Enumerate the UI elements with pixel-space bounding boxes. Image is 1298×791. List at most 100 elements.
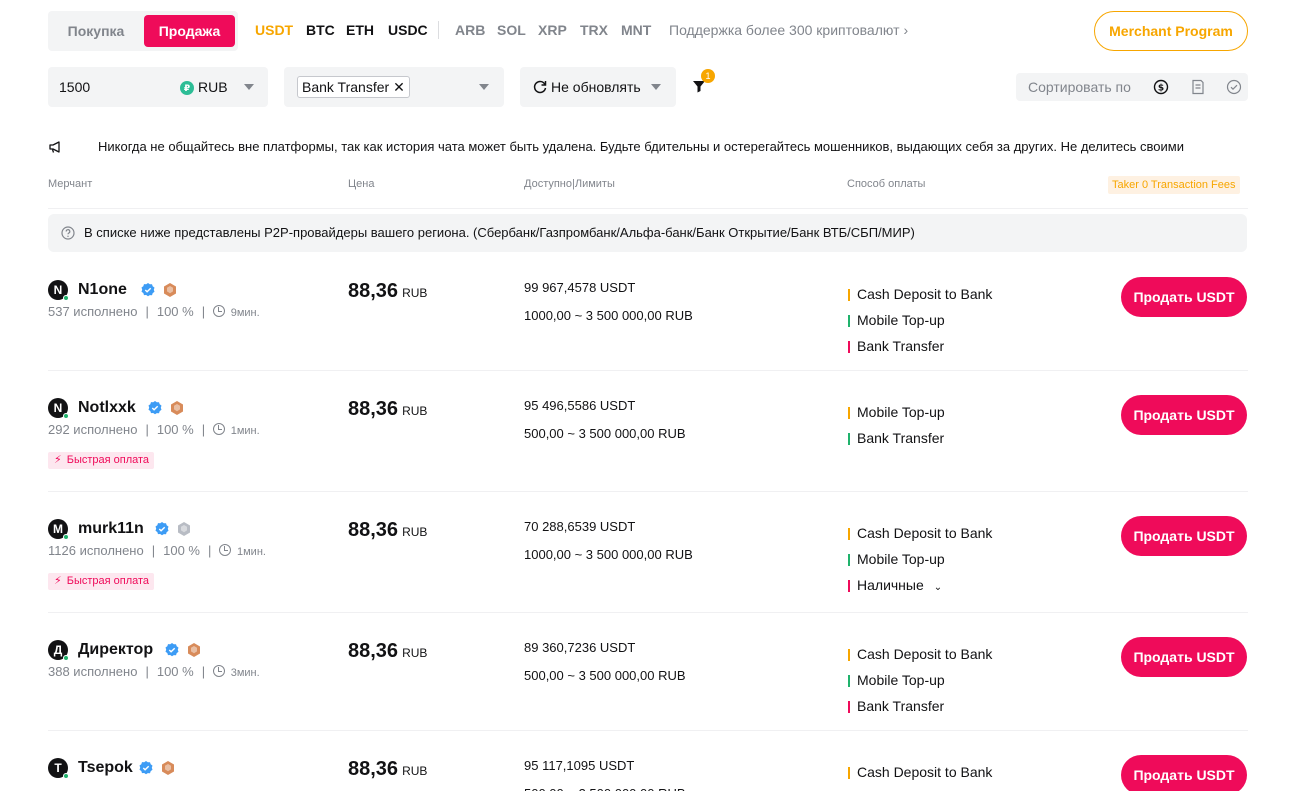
trade-side-toggle: Покупка Продажа — [48, 11, 238, 51]
coin-tab-eth[interactable]: ETH — [346, 22, 374, 38]
avatar[interactable]: N — [48, 280, 69, 301]
merchant-name[interactable]: Директор — [78, 640, 153, 660]
avatar[interactable]: Д — [48, 640, 69, 661]
caret-down-icon — [651, 84, 661, 90]
completion-rate: 100 % — [156, 664, 194, 679]
fast-payment-label: Быстрая оплата — [66, 575, 150, 587]
merchant-level-medal-icon — [188, 643, 200, 657]
order-limits: 1000,00 ~ 3 500 000,00 RUB — [524, 547, 693, 562]
svg-text:$: $ — [1158, 84, 1164, 94]
merchant-level-medal-icon — [171, 401, 183, 415]
merchant-name[interactable]: murk11n — [78, 519, 144, 539]
sell-usdt-button[interactable]: Продать USDT — [1121, 755, 1247, 791]
ruble-icon: ₽ — [180, 81, 194, 95]
sell-usdt-button[interactable]: Продать USDT — [1121, 395, 1247, 435]
coin-tab-trx[interactable]: TRX — [580, 22, 608, 38]
payment-method: Mobile Top-up — [848, 312, 945, 328]
avatar[interactable]: T — [48, 758, 69, 779]
stats-divider: | — [145, 422, 149, 437]
auto-refresh-select[interactable]: Не обновлять — [520, 67, 676, 107]
more-cryptos-link[interactable]: Поддержка более 300 криптовалют › — [669, 22, 908, 38]
chevron-right-icon: › — [903, 22, 909, 38]
available-amount: 95 117,1095 USDT — [524, 758, 635, 773]
payment-method-label: Bank Transfer — [857, 338, 945, 354]
avg-release-time: 3мин. — [230, 667, 260, 679]
merchant-program-button[interactable]: Merchant Program — [1094, 11, 1248, 51]
tab-sell[interactable]: Продажа — [144, 15, 235, 47]
avg-release-time: 9мин. — [230, 307, 260, 319]
sell-usdt-button[interactable]: Продать USDT — [1121, 516, 1247, 556]
online-status-dot — [63, 413, 69, 419]
lightning-icon: ⚡ — [54, 575, 62, 587]
payment-method-select[interactable]: Bank Transfer ✕ — [284, 67, 504, 107]
fast-payment-badge: ⚡ Быстрая оплата — [48, 573, 155, 590]
header-divider — [48, 208, 1248, 209]
tab-buy[interactable]: Покупка — [48, 11, 144, 51]
order-limits: 500,00 ~ 3 500 000,00 RUB — [524, 668, 686, 683]
verified-badge-icon — [155, 522, 169, 536]
row-divider — [48, 612, 1248, 613]
clock-icon — [213, 305, 226, 317]
sort-by-orders-icon[interactable] — [1189, 78, 1207, 96]
completion-rate: 100 % — [163, 543, 200, 558]
lightning-icon: ⚡ — [54, 454, 62, 466]
merchant-stats: 1126 исполнено | 100 % | 1мин. — [48, 543, 266, 558]
price-value: 88,36 — [348, 640, 399, 662]
sort-by-completion-icon[interactable] — [1225, 78, 1243, 96]
refresh-icon — [533, 80, 547, 94]
payment-method-label: Bank Transfer — [857, 430, 945, 446]
caret-down-icon[interactable] — [479, 84, 489, 90]
coin-tab-xrp[interactable]: XRP — [538, 22, 567, 38]
column-payment-method: Способ оплаты — [847, 178, 926, 190]
price-currency: RUB — [402, 404, 428, 418]
clock-icon — [219, 544, 232, 556]
payment-method: Cash Deposit to Bank — [848, 286, 992, 302]
column-merchant: Мерчант — [48, 178, 93, 190]
payment-method-label: Mobile Top-up — [857, 672, 945, 688]
payment-method: Cash Deposit to Bank — [848, 525, 992, 541]
payment-method-label: Bank Transfer — [857, 698, 945, 714]
megaphone-icon — [49, 141, 60, 153]
payment-method-label: Cash Deposit to Bank — [857, 525, 993, 541]
payment-method: Bank Transfer — [848, 338, 944, 354]
avatar[interactable]: M — [48, 519, 69, 540]
order-limits: 500,00 ~ 3 500 000,00 RUB — [524, 426, 686, 441]
merchant-name[interactable]: N1one — [78, 280, 127, 300]
payment-method: Mobile Top-up — [848, 404, 945, 420]
sell-usdt-button[interactable]: Продать USDT — [1121, 637, 1247, 677]
close-icon[interactable]: ✕ — [393, 79, 405, 95]
merchant-name[interactable]: Tsepok — [78, 758, 133, 778]
merchant-name[interactable]: Notlxxk — [78, 398, 136, 418]
payment-method-label: Cash Deposit to Bank — [857, 646, 993, 662]
orders-completed: 388 исполнено — [48, 664, 138, 679]
coin-tab-sol[interactable]: SOL — [497, 22, 526, 38]
price-currency: RUB — [402, 525, 428, 539]
avatar[interactable]: N — [48, 398, 69, 419]
caret-down-icon[interactable] — [244, 84, 254, 90]
coin-tab-arb[interactable]: ARB — [455, 22, 485, 38]
sort-by-price-icon[interactable]: $ — [1152, 78, 1170, 96]
price: 88,36 RUB — [348, 758, 427, 781]
payment-method: Bank Transfer — [848, 430, 944, 446]
sell-usdt-button[interactable]: Продать USDT — [1121, 277, 1247, 317]
available-amount: 99 967,4578 USDT — [524, 280, 636, 295]
chevron-down-icon[interactable]: ⌄ — [934, 582, 942, 593]
coin-tab-btc[interactable]: BTC — [306, 22, 335, 38]
coin-tab-mnt[interactable]: MNT — [621, 22, 651, 38]
row-divider — [48, 491, 1248, 492]
amount-input[interactable]: 1500 ₽ RUB — [48, 67, 268, 107]
coin-tab-usdt[interactable]: USDT — [255, 22, 293, 38]
help-icon — [61, 226, 75, 240]
clock-icon — [213, 665, 226, 677]
coin-tab-usdc[interactable]: USDC — [388, 22, 428, 38]
price-currency: RUB — [402, 286, 428, 300]
price: 88,36 RUB — [348, 398, 427, 421]
payment-method-label: Cash Deposit to Bank — [857, 286, 993, 302]
avatar-initial: N — [53, 401, 63, 415]
fast-payment-badge: ⚡ Быстрая оплата — [48, 452, 155, 469]
price-currency: RUB — [402, 646, 428, 660]
payment-method-label: Наличные — [857, 577, 924, 593]
more-cryptos-label: Поддержка более 300 криптовалют — [669, 22, 900, 38]
row-divider — [48, 730, 1248, 731]
sort-label: Сортировать по — [1028, 79, 1131, 95]
